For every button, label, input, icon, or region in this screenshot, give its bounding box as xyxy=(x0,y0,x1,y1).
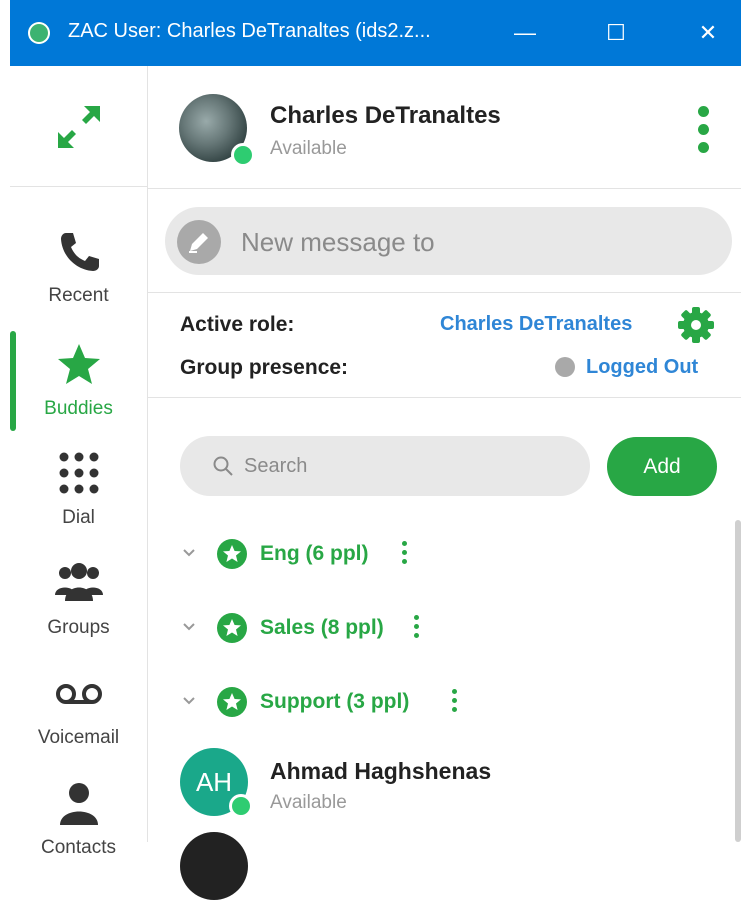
chevron-down-icon[interactable] xyxy=(180,692,198,710)
group-star-icon xyxy=(217,539,247,569)
nav-label-groups: Groups xyxy=(47,617,110,638)
minimize-button[interactable]: — xyxy=(495,0,555,66)
nav-item-contacts[interactable]: Contacts xyxy=(10,763,147,873)
more-options-icon[interactable] xyxy=(697,106,711,154)
new-message-placeholder: New message to xyxy=(241,227,435,257)
group-label-eng: Eng (6 ppl) xyxy=(260,542,369,565)
group-presence-label: Group presence: xyxy=(180,356,349,379)
gear-icon[interactable] xyxy=(676,305,716,345)
chevron-down-icon[interactable] xyxy=(180,544,198,562)
search-placeholder: Search xyxy=(244,455,308,477)
nav-label-dial: Dial xyxy=(62,507,95,528)
nav-item-buddies[interactable]: Buddies xyxy=(10,324,147,434)
group-presence-link[interactable]: Logged Out xyxy=(586,356,698,379)
dialpad-icon xyxy=(59,452,99,494)
group-row-eng[interactable]: Eng (6 ppl) xyxy=(180,536,700,576)
maximize-button[interactable]: ☐ xyxy=(586,0,646,66)
scrollbar[interactable] xyxy=(735,520,741,842)
group-more-icon[interactable] xyxy=(414,615,420,641)
groups-icon xyxy=(55,563,103,601)
nav-label-contacts: Contacts xyxy=(41,837,116,858)
window-title: ZAC User: Charles DeTranaltes (ids2.z... xyxy=(68,20,431,42)
contact-status: Available xyxy=(270,792,347,813)
group-more-icon[interactable] xyxy=(402,541,408,567)
nav-item-dial[interactable]: Dial xyxy=(10,433,147,543)
new-message-input[interactable]: New message to xyxy=(165,207,732,275)
role-section: Active role: Charles DeTranaltes Group p… xyxy=(147,292,741,398)
group-label-support: Support (3 ppl) xyxy=(260,690,410,713)
nav-label-recent: Recent xyxy=(48,285,109,306)
search-icon xyxy=(213,456,233,476)
group-row-support[interactable]: Support (3 ppl) xyxy=(180,684,700,724)
expand-panel xyxy=(10,66,147,187)
group-label-sales: Sales (8 ppl) xyxy=(260,616,384,639)
nav-item-voicemail[interactable]: Voicemail xyxy=(10,653,147,763)
presence-available-dot xyxy=(229,794,253,818)
profile-header: Charles DeTranaltes Available xyxy=(147,66,741,189)
chevron-down-icon[interactable] xyxy=(180,618,198,636)
group-star-icon xyxy=(217,687,247,717)
profile-status: Available xyxy=(270,138,347,159)
contact-person-icon xyxy=(60,783,98,825)
nav-label-voicemail: Voicemail xyxy=(37,727,120,748)
expand-arrows-icon[interactable] xyxy=(56,104,102,150)
title-bar: ZAC User: Charles DeTranaltes (ids2.z...… xyxy=(10,0,741,66)
profile-name: Charles DeTranaltes xyxy=(270,102,501,129)
contact-row[interactable]: AH Ahmad Haghshenas Available xyxy=(147,742,727,822)
nav-label-buddies: Buddies xyxy=(44,398,113,419)
add-button[interactable]: Add xyxy=(607,437,717,496)
logged-out-dot xyxy=(555,357,575,377)
active-role-link[interactable]: Charles DeTranaltes xyxy=(440,313,632,336)
avatar[interactable] xyxy=(180,832,248,900)
voicemail-icon xyxy=(56,684,102,704)
search-input[interactable]: Search xyxy=(180,436,590,496)
active-role-label: Active role: xyxy=(180,313,295,336)
nav-item-groups[interactable]: Groups xyxy=(10,543,147,653)
star-icon xyxy=(58,344,100,384)
phone-icon xyxy=(61,233,99,271)
group-more-icon[interactable] xyxy=(452,689,458,715)
nav-item-recent[interactable]: Recent xyxy=(10,211,147,321)
group-star-icon xyxy=(217,613,247,643)
close-button[interactable]: ✕ xyxy=(678,0,738,66)
nav-rail: Recent Buddies Dial Groups Voicemail Con… xyxy=(10,66,148,858)
zac-app-icon xyxy=(28,22,50,44)
presence-available-dot xyxy=(231,143,255,167)
pencil-icon xyxy=(177,220,221,264)
group-row-sales[interactable]: Sales (8 ppl) xyxy=(180,610,700,650)
contact-name: Ahmad Haghshenas xyxy=(270,758,492,784)
